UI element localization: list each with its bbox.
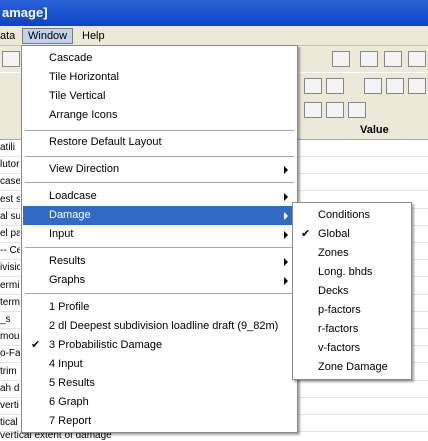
toolbar-icon[interactable] [348, 102, 366, 118]
damage-submenu: Conditions ✔ Global Zones Long. bhds Deck… [292, 202, 412, 380]
submenu-item-decks[interactable]: Decks [294, 282, 410, 301]
menu-item-results[interactable]: Results [23, 252, 296, 271]
submenu-arrow-icon [284, 231, 288, 239]
toolbar-icon[interactable] [360, 51, 378, 67]
submenu-item-r-factors[interactable]: r-factors [294, 320, 410, 339]
menu-separator [25, 130, 294, 131]
menu-item-view-direction[interactable]: View Direction [23, 160, 296, 179]
submenu-arrow-icon [284, 166, 288, 174]
menu-window[interactable]: Window [22, 28, 74, 44]
toolbar-icon[interactable] [384, 51, 402, 67]
menu-separator [25, 156, 294, 157]
grid-row-label[interactable]: ah dis [0, 383, 20, 394]
menu-item-tile-vertical[interactable]: Tile Vertical [23, 87, 296, 106]
menu-item-loadcase[interactable]: Loadcase [23, 187, 296, 206]
grid-row-label[interactable]: el pa [0, 228, 20, 239]
grid-row-label[interactable]: trim a [0, 366, 20, 377]
submenu-item-long-bhds[interactable]: Long. bhds [294, 263, 410, 282]
toolbar-icon[interactable] [386, 78, 404, 94]
submenu-arrow-icon [284, 212, 288, 220]
submenu-item-conditions[interactable]: Conditions [294, 206, 410, 225]
menu-help[interactable]: Help [82, 29, 105, 43]
grid-row-label[interactable]: termi [0, 297, 20, 308]
window-menu: Cascade Tile Horizontal Tile Vertical Ar… [21, 45, 298, 433]
grid-row-label[interactable]: -- Ce [0, 245, 20, 256]
toolbar-icon[interactable] [408, 51, 426, 67]
menu-item-damage[interactable]: Damage [23, 206, 296, 225]
menu-item-input[interactable]: Input [23, 225, 296, 244]
submenu-arrow-icon [284, 258, 288, 266]
menu-item-window-4[interactable]: 4 Input [23, 355, 296, 374]
menu-item-arrange-icons[interactable]: Arrange Icons [23, 106, 296, 125]
toolbar-icon[interactable] [326, 78, 344, 94]
toolbar-icon[interactable] [2, 51, 20, 67]
grid-row-label[interactable]: o-Fac [0, 348, 20, 359]
grid-row-label[interactable]: case [0, 176, 20, 187]
window-title: amage] [2, 5, 48, 20]
submenu-item-zones[interactable]: Zones [294, 244, 410, 263]
submenu-arrow-icon [284, 277, 288, 285]
grid-row-label[interactable]: atili [0, 142, 20, 153]
menu-item-restore-default-layout[interactable]: Restore Default Layout [23, 133, 296, 152]
toolbar-icon[interactable] [364, 78, 382, 94]
menu-item-graphs[interactable]: Graphs [23, 271, 296, 290]
grid-row-label[interactable]: ivision [0, 262, 20, 273]
submenu-item-global[interactable]: ✔ Global [294, 225, 410, 244]
grid-row-label[interactable]: moul [0, 331, 20, 342]
toolbar-icon[interactable] [408, 78, 426, 94]
toolbar-icon[interactable] [304, 78, 322, 94]
grid-row-label[interactable]: al subd [0, 211, 20, 222]
menu-separator [25, 182, 294, 183]
checkmark-icon: ✔ [31, 339, 41, 351]
grid-row-label[interactable]: est su [0, 194, 20, 205]
submenu-item-v-factors[interactable]: v-factors [294, 339, 410, 358]
value-column-header: Value [360, 124, 389, 136]
toolbar-icon[interactable] [332, 51, 350, 67]
menu-item-window-7[interactable]: 7 Report [23, 412, 296, 431]
window-title-bar[interactable]: amage] [0, 0, 428, 26]
grid-row-label[interactable]: _s [0, 314, 20, 325]
menu-item-window-3[interactable]: ✔ 3 Probabilistic Damage [23, 336, 296, 355]
menu-item-window-2[interactable]: 2 dl Deepest subdivision loadline draft … [23, 317, 296, 336]
grid-row-label[interactable]: tical dr [0, 417, 20, 428]
grid-row-label[interactable]: verti [0, 400, 20, 411]
toolbar-icon[interactable] [326, 102, 344, 118]
submenu-arrow-icon [284, 193, 288, 201]
menu-item-tile-horizontal[interactable]: Tile Horizontal [23, 68, 296, 87]
submenu-item-zone-damage[interactable]: Zone Damage [294, 358, 410, 377]
toolbar-icon[interactable] [304, 102, 322, 118]
menu-data[interactable]: ata [0, 29, 15, 43]
menu-item-window-6[interactable]: 6 Graph [23, 393, 296, 412]
grid-row-label[interactable]: lutor [0, 159, 20, 170]
menu-bar: ata Window Help [0, 26, 428, 46]
menu-item-window-1[interactable]: 1 Profile [23, 298, 296, 317]
submenu-item-p-factors[interactable]: p-factors [294, 301, 410, 320]
menu-separator [25, 247, 294, 248]
grid-row-label[interactable]: ermina [0, 280, 20, 291]
menu-separator [25, 293, 294, 294]
menu-item-cascade[interactable]: Cascade [23, 49, 296, 68]
checkmark-icon: ✔ [301, 228, 311, 240]
menu-item-window-5[interactable]: 5 Results [23, 374, 296, 393]
